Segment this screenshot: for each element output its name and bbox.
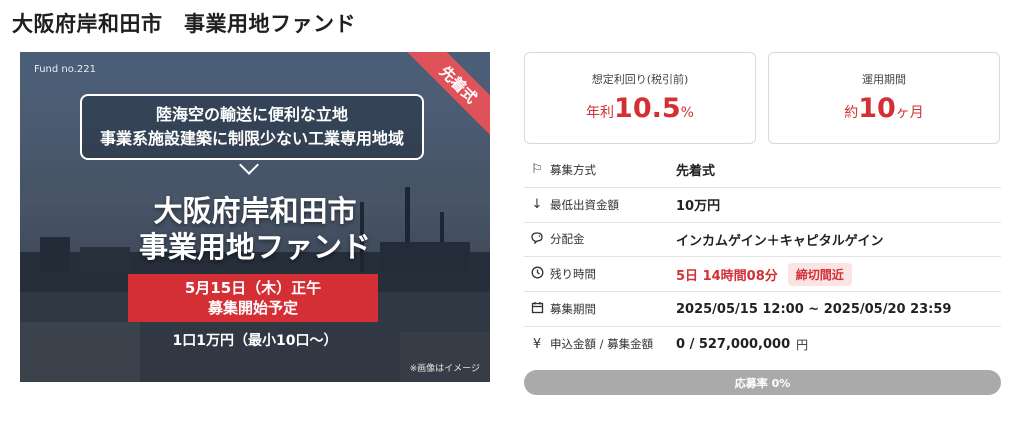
info-row-remaining: 残り時間 5日 14時間08分 締切間近 [524, 257, 1001, 293]
fund-number: Fund no.221 [34, 64, 96, 75]
flag-icon: ⚐ [531, 162, 543, 178]
feature-line-1: 陸海空の輸送に便利な立地 [155, 105, 348, 124]
arrow-down-icon: ↓ [531, 197, 543, 213]
info-value: 2025/05/15 12:00 ~ 2025/05/20 23:59 [676, 301, 952, 317]
info-label: 最低出資金額 [550, 197, 619, 212]
image-note: ※画像はイメージ [409, 364, 480, 374]
period-label: 運用期間 [862, 73, 906, 86]
feature-bubble: 陸海空の輸送に便利な立地 事業系施設建築に制限少ない工業専用地域 [80, 94, 424, 160]
feature-line-2: 事業系施設建築に制限少ない工業専用地域 [99, 129, 404, 148]
amount-unit: 円 [796, 337, 809, 352]
page-title: 大阪府岸和田市 事業用地ファンド [12, 12, 356, 36]
yield-card: 想定利回り(税引前) 年利10.5% [524, 52, 756, 144]
info-label: 募集期間 [550, 302, 596, 317]
clock-icon [524, 266, 550, 283]
yield-suffix: % [680, 105, 694, 121]
period-card: 運用期間 約10ヶ月 [768, 52, 1000, 144]
remaining-time-value: 5日 14時間08分 締切間近 [676, 262, 852, 286]
hero-title-line-2: 事業用地ファンド [138, 230, 371, 264]
fund-info-table: ⚐ 募集方式 先着式 ↓ 最低出資金額 10万円 分配金 インカムゲイン＋キャピ… [524, 153, 1001, 362]
info-row-amount: ¥ 申込金額 / 募集金額 0 / 527,000,000 円 [524, 327, 1001, 362]
yen-icon: ¥ [532, 336, 542, 352]
info-row-method: ⚐ 募集方式 先着式 [524, 153, 1001, 188]
info-label: 残り時間 [550, 267, 596, 282]
calendar-icon [524, 301, 550, 318]
amount-value: 0 / 527,000,000 円 [676, 336, 808, 353]
deadline-badge: 締切間近 [787, 262, 852, 286]
period-suffix: ヶ月 [895, 105, 924, 121]
info-label: 申込金額 / 募集金額 [550, 337, 654, 352]
info-row-period: 募集期間 2025/05/15 12:00 ~ 2025/05/20 23:59 [524, 292, 1001, 327]
info-row-minimum: ↓ 最低出資金額 10万円 [524, 188, 1001, 223]
start-date: 5月15日（木）正午 [184, 279, 322, 297]
start-date-band: 5月15日（木）正午 募集開始予定 [128, 274, 378, 322]
start-note: 募集開始予定 [207, 299, 298, 317]
unit-price-text: 1口1万円（最小10口〜） [172, 333, 338, 349]
piggy-bank-icon [524, 231, 550, 248]
yield-number: 10.5 [614, 93, 681, 124]
info-value: インカムゲイン＋キャピタルゲイン [676, 233, 884, 249]
amount-numbers: 0 / 527,000,000 [676, 336, 791, 352]
yield-value: 年利10.5% [525, 93, 755, 124]
info-value: 10万円 [676, 199, 721, 215]
period-number: 10 [858, 93, 896, 124]
info-label: 分配金 [550, 232, 585, 247]
period-value: 約10ヶ月 [769, 93, 999, 124]
info-label: 募集方式 [550, 162, 596, 177]
info-value: 先着式 [676, 164, 716, 180]
period-prefix: 約 [844, 105, 859, 121]
application-rate-bar: 応募率 0% [524, 370, 1001, 395]
yield-prefix: 年利 [586, 105, 615, 121]
info-row-distribution: 分配金 インカムゲイン＋キャピタルゲイン [524, 223, 1001, 258]
remaining-time: 5日 14時間08分 [676, 268, 778, 284]
fund-hero-image[interactable]: Fund no.221 先着式 陸海空の輸送に便利な立地 事業系施設建築に制限少… [20, 52, 490, 382]
yield-label: 想定利回り(税引前) [591, 73, 689, 86]
application-rate-label: 応募率 0% [734, 376, 791, 390]
